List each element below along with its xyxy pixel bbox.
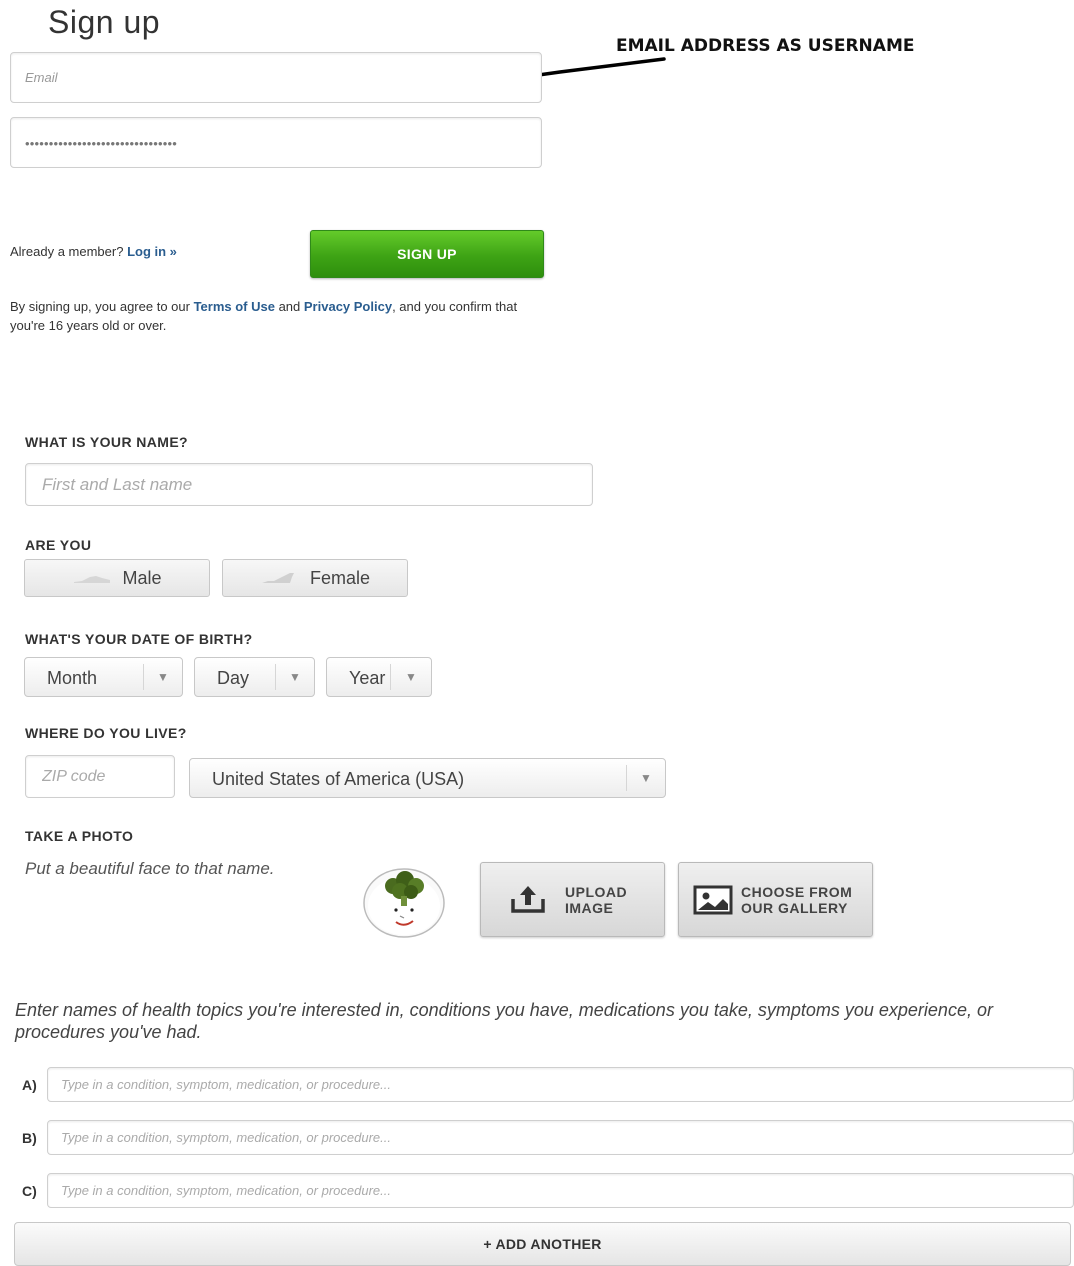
male-shoe-icon [74,576,111,583]
login-prompt-text: Already a member? [10,244,124,259]
photo-label: TAKE A PHOTO [25,828,134,844]
female-shoe-icon [261,573,294,583]
add-another-button[interactable]: + ADD ANOTHER [14,1222,1071,1266]
name-input[interactable] [26,464,592,505]
login-link[interactable]: Log in » [127,244,177,259]
topic-letter: C) [22,1183,37,1199]
year-value: Year [349,668,386,688]
name-label: WHAT IS YOUR NAME? [25,434,189,450]
country-select[interactable]: United States of America (USA) ▼ [189,758,666,798]
password-mask: •••••••••••••••••••••••••••••••• [25,136,178,151]
upload-line2: IMAGE [565,900,614,916]
topic-letter: B) [22,1130,37,1146]
gender-label: ARE YOU [25,537,92,553]
privacy-policy-link[interactable]: Privacy Policy [304,299,392,314]
male-button[interactable]: Male [24,559,210,597]
terms-of-use-link[interactable]: Terms of Use [194,299,275,314]
dropdown-arrow-icon: ▼ [390,664,431,690]
choose-gallery-button[interactable]: CHOOSE FROM OUR GALLERY [678,862,873,937]
signup-button[interactable]: SIGN UP [310,230,544,278]
month-select[interactable]: Month ▼ [24,657,183,697]
day-value: Day [217,668,250,688]
terms-prefix: By signing up, you agree to our [10,299,194,314]
topic-input-a[interactable] [48,1068,1073,1101]
password-field[interactable]: •••••••••••••••••••••••••••••••• [10,117,542,168]
dropdown-arrow-icon: ▼ [275,664,314,690]
dropdown-arrow-icon: ▼ [626,765,665,791]
year-select[interactable]: Year ▼ [326,657,432,697]
photo-note: Put a beautiful face to that name. [25,859,275,878]
terms-text: By signing up, you agree to our Terms of… [10,297,530,335]
terms-middle: and [274,299,304,314]
female-label: Female [309,567,371,588]
female-button[interactable]: Female [222,559,408,597]
avatar-broccoli-face[interactable] [363,866,445,938]
topic-field[interactable] [47,1120,1074,1155]
upload-line1: UPLOAD [565,884,628,900]
topic-letter: A) [22,1077,37,1093]
month-value: Month [47,668,98,688]
zip-field[interactable] [25,755,175,798]
upload-icon [511,886,545,913]
upload-image-button[interactable]: UPLOAD IMAGE [480,862,665,937]
zip-input[interactable] [26,756,174,797]
male-label: Male [122,567,162,588]
country-value: United States of America (USA) [212,769,465,789]
gallery-line1: CHOOSE FROM [741,884,853,900]
location-label: WHERE DO YOU LIVE? [25,725,187,741]
dropdown-arrow-icon: ▼ [143,664,182,690]
topic-input-c[interactable] [48,1174,1073,1207]
gallery-line2: OUR GALLERY [741,900,848,916]
gallery-image-icon [693,885,733,915]
topic-input-b[interactable] [48,1121,1073,1154]
email-field[interactable] [10,52,542,103]
dob-label: WHAT'S YOUR DATE OF BIRTH? [25,631,253,647]
day-select[interactable]: Day ▼ [194,657,315,697]
email-input[interactable] [11,53,541,102]
topic-field[interactable] [47,1067,1074,1102]
login-prompt: Already a member? Log in » [10,244,177,259]
name-field[interactable] [25,463,593,506]
health-intro: Enter names of health topics you're inte… [15,1000,993,1042]
topic-field[interactable] [47,1173,1074,1208]
